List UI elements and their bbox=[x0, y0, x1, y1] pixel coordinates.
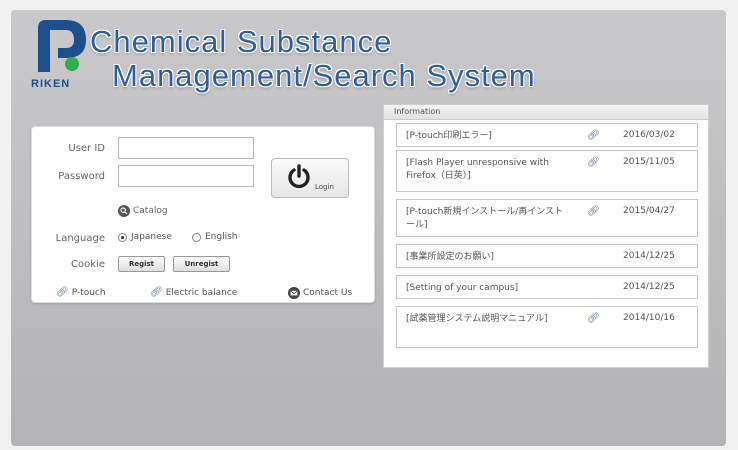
language-label: Language bbox=[55, 233, 105, 244]
information-date: 2016/03/02 bbox=[623, 130, 675, 140]
contact-us-link[interactable]: Contact Us bbox=[288, 287, 352, 299]
paperclip-icon[interactable]: 🔗︎ bbox=[587, 130, 600, 141]
electric-balance-label: Electric balance bbox=[165, 287, 238, 298]
search-icon bbox=[118, 205, 130, 217]
catalog-link[interactable]: Catalog bbox=[118, 205, 168, 217]
language-radio-english[interactable]: English bbox=[192, 232, 238, 242]
japanese-option-label: Japanese bbox=[131, 232, 172, 242]
language-radio-japanese[interactable]: Japanese bbox=[118, 232, 172, 242]
information-row[interactable]: [P-touch印刷エラー] 🔗︎ 2016/03/02 bbox=[396, 123, 698, 147]
page-title-line2: Management/Search System bbox=[112, 58, 536, 93]
user-id-input[interactable] bbox=[118, 137, 254, 159]
information-header: Information bbox=[384, 105, 708, 120]
paperclip-icon: 🔗︎ bbox=[56, 287, 69, 298]
information-title[interactable]: [試薬管理システム説明マニュアル] bbox=[406, 313, 571, 326]
information-row[interactable]: [P-touch新規インストール/再インストール] 🔗︎ 2015/04/27 bbox=[396, 199, 698, 237]
radio-unselected-icon bbox=[192, 232, 201, 242]
unregist-button[interactable]: Unregist bbox=[173, 256, 230, 272]
paperclip-icon: 🔗︎ bbox=[150, 287, 163, 298]
information-date: 2014/10/16 bbox=[623, 313, 675, 323]
cookie-label: Cookie bbox=[71, 259, 105, 270]
ptouch-link[interactable]: 🔗︎ P-touch bbox=[56, 287, 106, 298]
information-title[interactable]: [P-touch新規インストール/再インストール] bbox=[406, 206, 571, 232]
paperclip-icon[interactable]: 🔗︎ bbox=[587, 157, 600, 168]
information-title[interactable]: [Flash Player unresponsive with Firefox（… bbox=[406, 157, 571, 183]
ptouch-link-label: P-touch bbox=[71, 287, 106, 298]
riken-logo-text: RIKEN bbox=[31, 78, 71, 90]
paperclip-icon[interactable]: 🔗︎ bbox=[587, 206, 600, 217]
regist-button[interactable]: Regist bbox=[118, 256, 165, 272]
login-button[interactable]: Login bbox=[271, 158, 349, 198]
paperclip-icon[interactable]: 🔗︎ bbox=[587, 313, 600, 324]
information-date: 2015/11/05 bbox=[623, 157, 675, 167]
mail-icon bbox=[288, 287, 300, 299]
radio-selected-icon bbox=[118, 232, 127, 242]
login-label: Login bbox=[315, 183, 334, 191]
catalog-label: Catalog bbox=[133, 206, 168, 216]
information-date: 2015/04/27 bbox=[623, 206, 675, 216]
information-row[interactable]: [事業所設定のお願い] 2014/12/25 bbox=[396, 244, 698, 268]
information-date: 2014/12/25 bbox=[623, 282, 675, 292]
power-icon bbox=[288, 164, 310, 189]
contact-us-label: Contact Us bbox=[303, 288, 353, 298]
information-title[interactable]: [事業所設定のお願い] bbox=[406, 251, 571, 264]
page-title-line1: Chemical Substance bbox=[90, 24, 393, 59]
password-input[interactable] bbox=[118, 165, 254, 187]
password-label: Password bbox=[58, 171, 105, 182]
english-option-label: English bbox=[205, 232, 238, 242]
information-row[interactable]: [試薬管理システム説明マニュアル] 🔗︎ 2014/10/16 bbox=[396, 306, 698, 348]
information-date: 2014/12/25 bbox=[623, 251, 675, 261]
user-id-label: User ID bbox=[68, 143, 105, 154]
information-title[interactable]: [P-touch印刷エラー] bbox=[406, 130, 571, 143]
information-title[interactable]: [Setting of your campus] bbox=[406, 282, 571, 295]
information-panel: Information [P-touch印刷エラー] 🔗︎ 2016/03/02 [F… bbox=[383, 104, 709, 368]
information-row[interactable]: [Setting of your campus] 2014/12/25 bbox=[396, 275, 698, 299]
electric-balance-link[interactable]: 🔗︎ Electric balance bbox=[150, 287, 237, 298]
information-row[interactable]: [Flash Player unresponsive with Firefox（… bbox=[396, 150, 698, 192]
